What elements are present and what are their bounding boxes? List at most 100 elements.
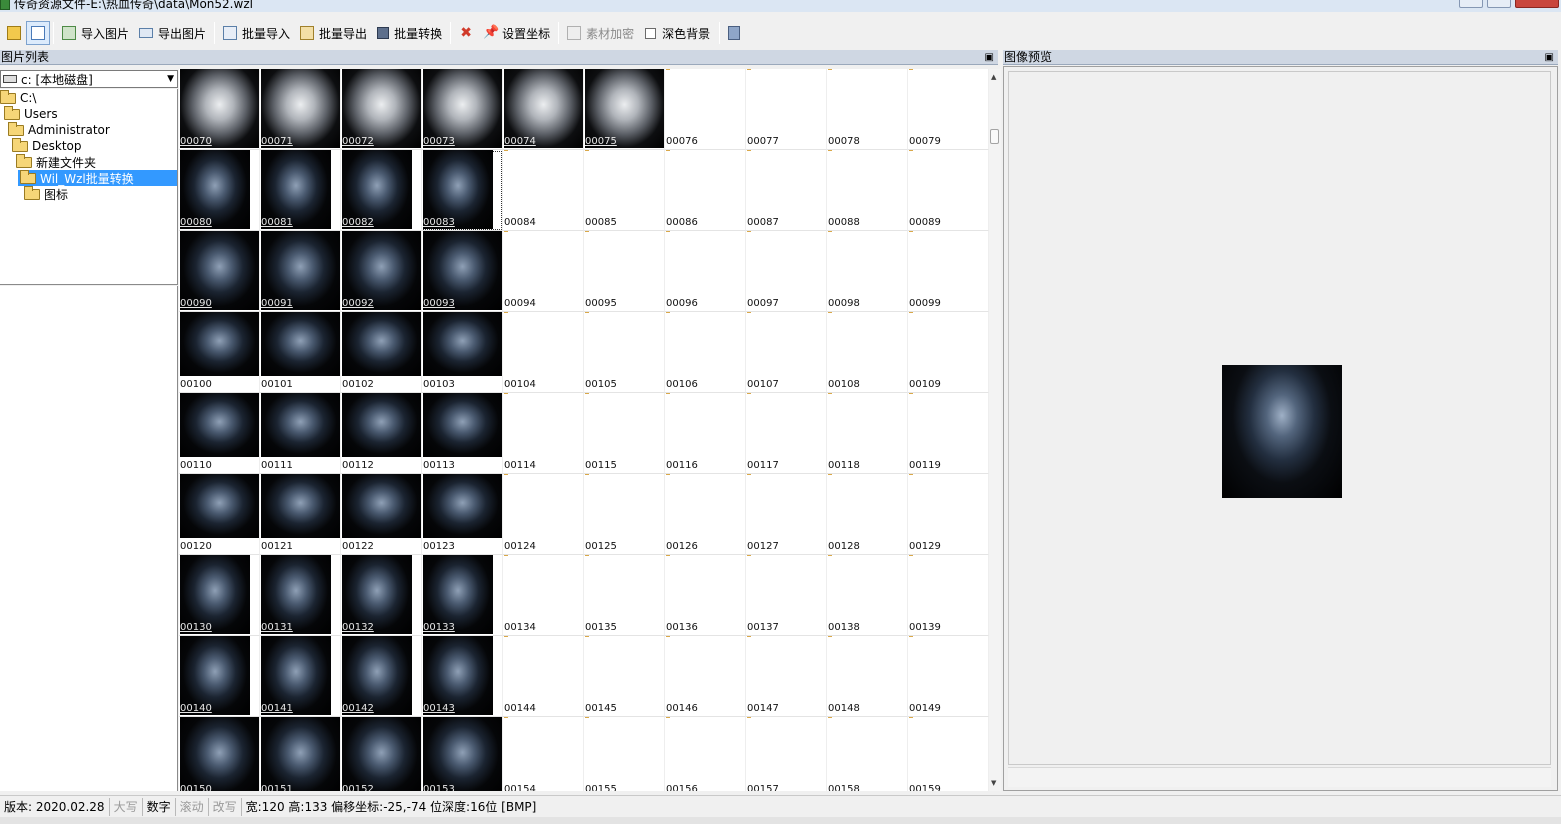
thumbnail-cell[interactable]: 00080: [179, 150, 260, 231]
drive-select[interactable]: c: [本地磁盘] ▼: [0, 70, 178, 88]
thumbnail-cell[interactable]: 00149: [908, 636, 989, 717]
thumbnail-cell[interactable]: 00086: [665, 150, 746, 231]
tree-item-icons[interactable]: 图标: [24, 185, 104, 202]
thumbnail-cell[interactable]: 00102: [341, 312, 422, 393]
thumbnail-cell[interactable]: 00117: [746, 393, 827, 474]
scroll-up-icon[interactable]: ▲: [991, 73, 996, 81]
thumbnail-cell[interactable]: 00099: [908, 231, 989, 312]
batch-convert-button[interactable]: 批量转换: [372, 21, 447, 45]
thumbnail-cell[interactable]: 00145: [584, 636, 665, 717]
thumbnail-cell[interactable]: 00094: [503, 231, 584, 312]
thumbnail-cell[interactable]: 00077: [746, 69, 827, 150]
thumbnail-cell[interactable]: 00153: [422, 717, 503, 791]
tree-item-c-drive[interactable]: C:\: [0, 89, 60, 106]
thumbnail-cell[interactable]: 00125: [584, 474, 665, 555]
thumbnail-cell[interactable]: 00123: [422, 474, 503, 555]
thumbnail-cell[interactable]: 00096: [665, 231, 746, 312]
thumbnail-cell[interactable]: 00104: [503, 312, 584, 393]
thumbnail-cell[interactable]: 00092: [341, 231, 422, 312]
thumbnail-cell[interactable]: 00100: [179, 312, 260, 393]
thumbnail-cell[interactable]: 00158: [827, 717, 908, 791]
thumbnail-cell[interactable]: 00087: [746, 150, 827, 231]
thumbnail-cell[interactable]: 00136: [665, 555, 746, 636]
thumbnail-cell[interactable]: 00120: [179, 474, 260, 555]
tree-item-wil-wzl[interactable]: Wil_Wzl批量转换: [18, 169, 177, 186]
thumbnail-cell[interactable]: 00144: [503, 636, 584, 717]
thumbnail-cell[interactable]: 00150: [179, 717, 260, 791]
thumbnail-cell[interactable]: 00070: [179, 69, 260, 150]
thumbnail-cell[interactable]: 00128: [827, 474, 908, 555]
new-file-button[interactable]: [26, 21, 50, 45]
thumbnail-cell[interactable]: 00085: [584, 150, 665, 231]
thumbnail-cell[interactable]: 00133: [422, 555, 503, 636]
scroll-thumb[interactable]: [990, 129, 999, 144]
thumbnail-cell[interactable]: 00129: [908, 474, 989, 555]
thumbnail-cell[interactable]: 00111: [260, 393, 341, 474]
thumbnail-cell[interactable]: 00109: [908, 312, 989, 393]
thumbnail-cell[interactable]: 00088: [827, 150, 908, 231]
thumbnail-cell[interactable]: 00152: [341, 717, 422, 791]
thumbnail-cell[interactable]: 00130: [179, 555, 260, 636]
thumbnail-cell[interactable]: 00146: [665, 636, 746, 717]
thumbnail-cell[interactable]: 00141: [260, 636, 341, 717]
thumbnail-cell[interactable]: 00082: [341, 150, 422, 231]
thumbnail-cell[interactable]: 00072: [341, 69, 422, 150]
minimize-button[interactable]: [1459, 0, 1483, 8]
thumbnail-cell[interactable]: 00101: [260, 312, 341, 393]
preview-horizontal-scrollbar[interactable]: [1008, 767, 1551, 787]
batch-export-button[interactable]: 批量导出: [295, 21, 372, 45]
thumbnail-cell[interactable]: 00159: [908, 717, 989, 791]
pin-icon[interactable]: ▣: [1545, 50, 1554, 65]
thumbnail-cell[interactable]: 00124: [503, 474, 584, 555]
thumbnail-cell[interactable]: 00135: [584, 555, 665, 636]
thumbnail-cell[interactable]: 00140: [179, 636, 260, 717]
import-image-button[interactable]: 导入图片: [57, 21, 134, 45]
thumbnail-cell[interactable]: 00095: [584, 231, 665, 312]
thumbnail-cell[interactable]: 00119: [908, 393, 989, 474]
thumbnail-cell[interactable]: 00113: [422, 393, 503, 474]
thumbnail-cell[interactable]: 00106: [665, 312, 746, 393]
dark-background-checkbox[interactable]: [645, 27, 657, 39]
thumbnail-cell[interactable]: 00084: [503, 150, 584, 231]
tree-item-new-folder[interactable]: 新建文件夹: [16, 153, 116, 170]
thumbnail-cell[interactable]: 00090: [179, 231, 260, 312]
thumbnail-cell[interactable]: 00071: [260, 69, 341, 150]
encrypt-button[interactable]: 素材加密: [562, 21, 639, 45]
thumbnail-cell[interactable]: 00122: [341, 474, 422, 555]
thumbnail-cell[interactable]: 00147: [746, 636, 827, 717]
set-coords-button[interactable]: 📌 设置坐标: [478, 21, 555, 45]
thumbnail-cell[interactable]: 00076: [665, 69, 746, 150]
thumbnail-cell[interactable]: 00093: [422, 231, 503, 312]
thumbnail-cell[interactable]: 00151: [260, 717, 341, 791]
thumbnail-cell[interactable]: 00118: [827, 393, 908, 474]
about-button[interactable]: [723, 21, 745, 45]
thumbnail-cell[interactable]: 00075: [584, 69, 665, 150]
thumbnail-cell[interactable]: 00112: [341, 393, 422, 474]
thumbnail-cell[interactable]: 00132: [341, 555, 422, 636]
thumbnail-cell[interactable]: 00121: [260, 474, 341, 555]
open-file-button[interactable]: [2, 21, 26, 45]
thumbnail-cell[interactable]: 00148: [827, 636, 908, 717]
batch-import-button[interactable]: 批量导入: [218, 21, 295, 45]
pin-icon[interactable]: ▣: [985, 50, 994, 65]
thumbnail-cell[interactable]: 00131: [260, 555, 341, 636]
thumbnail-cell[interactable]: 00142: [341, 636, 422, 717]
thumbnail-cell[interactable]: 00143: [422, 636, 503, 717]
thumbnail-cell[interactable]: 00108: [827, 312, 908, 393]
thumbnail-cell[interactable]: 00081: [260, 150, 341, 231]
thumbnail-cell[interactable]: 00078: [827, 69, 908, 150]
thumbnail-cell[interactable]: 00103: [422, 312, 503, 393]
thumbnail-cell[interactable]: 00115: [584, 393, 665, 474]
thumbnail-cell[interactable]: 00134: [503, 555, 584, 636]
tree-item-administrator[interactable]: Administrator: [8, 121, 128, 138]
thumbnail-cell[interactable]: 00126: [665, 474, 746, 555]
grid-scrollbar[interactable]: ▲ ▼: [989, 69, 1001, 791]
thumbnail-cell[interactable]: 00114: [503, 393, 584, 474]
delete-button[interactable]: ✖: [454, 21, 478, 45]
thumbnail-cell[interactable]: 00089: [908, 150, 989, 231]
thumbnail-cell[interactable]: 00098: [827, 231, 908, 312]
export-image-button[interactable]: 导出图片: [134, 21, 211, 45]
thumbnail-cell[interactable]: 00079: [908, 69, 989, 150]
thumbnail-cell[interactable]: 00091: [260, 231, 341, 312]
thumbnail-cell[interactable]: 00073: [422, 69, 503, 150]
